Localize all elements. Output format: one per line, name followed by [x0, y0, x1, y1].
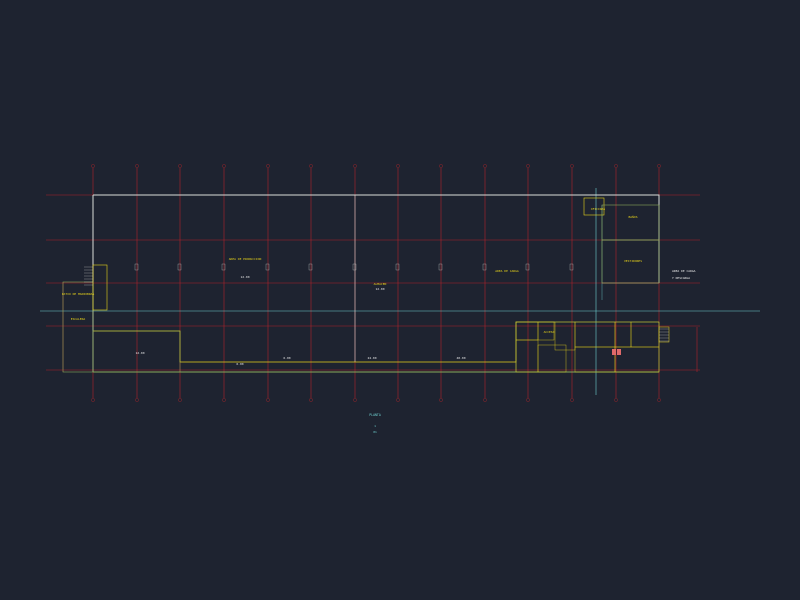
dimension-label: 12.00 [240, 275, 249, 279]
title-text: PLANTA [369, 413, 381, 417]
grid-bubble [657, 398, 661, 402]
walls [62, 194, 670, 373]
grid-bubble [396, 398, 400, 402]
note-line-1: AREA DE CARGA [672, 269, 696, 273]
dimension-label: 12.00 [135, 351, 144, 355]
room-label: BAÑOS [628, 214, 637, 219]
room-label: OFICINAS [591, 207, 606, 211]
dimension-label: 24.00 [367, 356, 376, 360]
grid-bubble [570, 398, 574, 402]
office-room [614, 346, 660, 373]
room-label: ALMACEN [374, 282, 387, 286]
office-room [515, 321, 539, 341]
grid-bubble [91, 398, 95, 402]
column-marker [569, 263, 574, 271]
room-label: PATIO DE MANIOBRAS [62, 292, 95, 296]
grid-bubble [439, 164, 443, 168]
fixture-red [617, 349, 621, 355]
grid-bubble [135, 164, 139, 168]
office-room [515, 339, 539, 373]
dimension-label: 12.00 [375, 287, 384, 291]
grid-bubble [91, 164, 95, 168]
room-label: ACCESO [544, 330, 555, 334]
stair-box [92, 264, 108, 311]
grid-bubble [526, 164, 530, 168]
grid-bubble [614, 398, 618, 402]
column-marker [438, 263, 443, 271]
grid-bubble [178, 164, 182, 168]
grid-bubble [178, 398, 182, 402]
interior-wall [93, 321, 555, 363]
office-room [537, 344, 567, 373]
grid-bubble [222, 398, 226, 402]
grid-bubble [309, 398, 313, 402]
column-marker [177, 263, 182, 271]
column-marker [395, 263, 400, 271]
title-line2: 1 [374, 424, 376, 428]
room-label: ESCALERA [71, 317, 86, 321]
column-marker [265, 263, 270, 271]
grid-bubble [135, 398, 139, 402]
grid-bubble [614, 164, 618, 168]
grid-bubble [570, 164, 574, 168]
grid-bubble [266, 398, 270, 402]
grid-bubble [222, 164, 226, 168]
grid-bubble [657, 164, 661, 168]
floor-plan-drawing: AREA DE PRODUCCION ALMACEN AREA DE CARGA OF… [40, 164, 760, 434]
stair-box [658, 326, 670, 343]
note-line-2: Y DESCARGA [672, 276, 690, 280]
room-label: AREA DE PRODUCCION [229, 257, 262, 261]
column-marker [525, 263, 530, 271]
column-marker [482, 263, 487, 271]
dimension-label: 48.00 [456, 356, 465, 360]
title-block: PLANTA 1 01 [369, 413, 381, 434]
grid-bubble [396, 164, 400, 168]
grid-bubble [353, 398, 357, 402]
grid-bubble [439, 398, 443, 402]
fixture-red [612, 349, 616, 355]
dimension-label: 6.00 [283, 356, 290, 360]
grid-bubble [266, 164, 270, 168]
room-label: AREA DE CARGA [495, 269, 519, 273]
column-marker [134, 263, 139, 271]
title-line3: 01 [373, 430, 377, 434]
plan-details [84, 263, 669, 342]
dimension-label: 6.00 [236, 362, 243, 366]
grid-bubble [483, 398, 487, 402]
grid-bubble [526, 398, 530, 402]
column-marker [221, 263, 226, 271]
room-label: VESTIDORES [624, 259, 642, 263]
column-marker [308, 263, 313, 271]
side-note: AREA DE CARGA Y DESCARGA [672, 269, 696, 280]
grid-bubble [353, 164, 357, 168]
room-box [601, 204, 660, 241]
grid-bubble [309, 164, 313, 168]
column-marker [352, 263, 357, 271]
grid-bubble [483, 164, 487, 168]
office-room [574, 346, 616, 373]
